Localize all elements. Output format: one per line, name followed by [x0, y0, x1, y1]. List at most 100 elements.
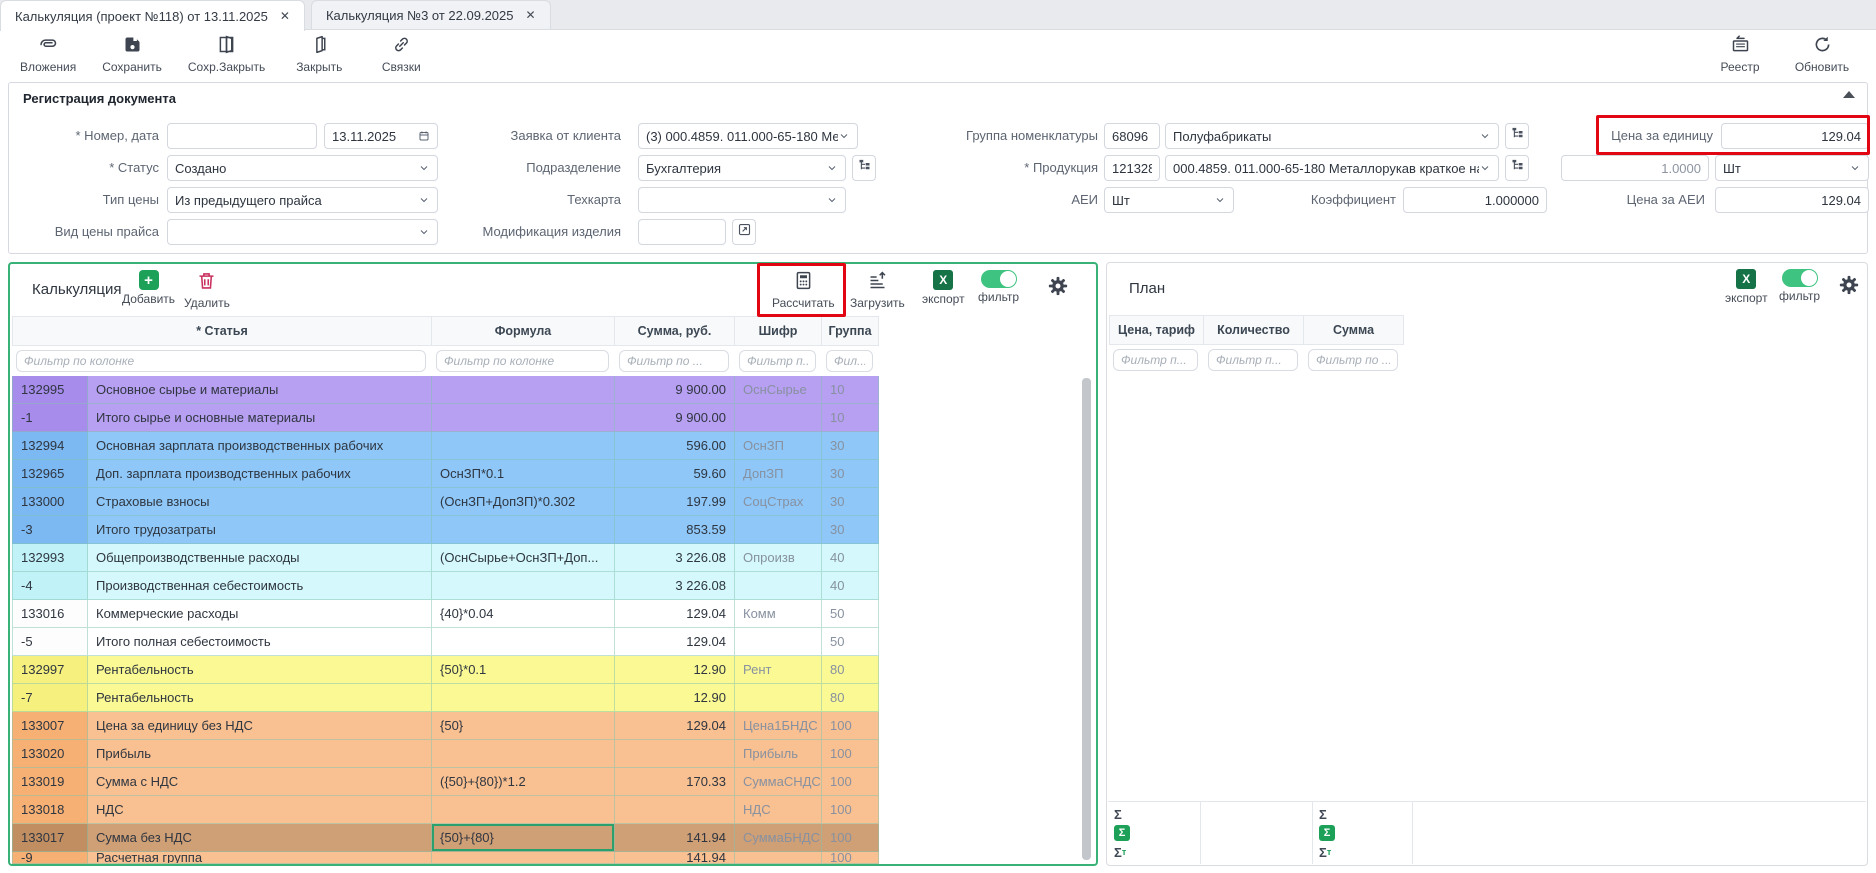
save-close-button[interactable]: Сохр.Закрыть — [188, 34, 265, 74]
column-header-formula[interactable]: Формула — [432, 316, 615, 346]
table-row[interactable]: 132965 Доп. зарплата производственных ра… — [12, 460, 881, 488]
unit-select[interactable]: Шт — [1715, 155, 1869, 181]
cell-group[interactable]: 100 — [822, 824, 879, 852]
cell-row-id[interactable]: 133007 — [12, 712, 88, 740]
cell-row-id[interactable]: -5 — [12, 628, 88, 656]
cell-article[interactable]: Цена за единицу без НДС — [88, 712, 432, 740]
add-row-button[interactable]: + Добавить — [122, 270, 175, 306]
sum-icon[interactable]: Σ — [1319, 805, 1406, 823]
settings-button[interactable] — [1048, 276, 1068, 301]
links-button[interactable]: Связки — [373, 34, 429, 74]
cell-row-id[interactable]: 132997 — [12, 656, 88, 684]
date-field[interactable]: 13.11.2025 — [324, 123, 438, 149]
cell-group[interactable]: 100 — [822, 740, 879, 768]
cell-code[interactable]: НДС — [735, 796, 822, 824]
table-row[interactable]: -5 Итого полная себестоимость 129.04 50 — [12, 628, 881, 656]
column-header-sum[interactable]: Сумма, руб. — [615, 316, 735, 346]
cell-formula[interactable] — [432, 740, 615, 768]
cell-sum[interactable]: 170.33 — [615, 768, 735, 796]
cell-formula[interactable]: (ОснЗП+ДопЗП)*0.302 — [432, 488, 615, 516]
cell-code[interactable] — [735, 516, 822, 544]
cell-article[interactable]: НДС — [88, 796, 432, 824]
filter-formula-input[interactable] — [436, 350, 609, 372]
cell-row-id[interactable]: -7 — [12, 684, 88, 712]
cell-code[interactable]: СоцСтрах — [735, 488, 822, 516]
cell-row-id[interactable]: 132995 — [12, 376, 88, 404]
department-select[interactable]: Бухгалтерия — [638, 155, 846, 181]
cell-group[interactable]: 50 — [822, 628, 879, 656]
table-row[interactable]: 133016 Коммерческие расходы {40}*0.04 12… — [12, 600, 881, 628]
cell-code[interactable] — [735, 852, 822, 864]
cell-formula[interactable]: (ОснСырье+ОснЗП+Доп... — [432, 544, 615, 572]
sum-selected-icon[interactable]: Σ — [1114, 824, 1194, 842]
cell-code[interactable] — [735, 628, 822, 656]
cell-code[interactable]: Рент — [735, 656, 822, 684]
filter-code-input[interactable] — [739, 350, 816, 372]
vertical-scrollbar[interactable] — [1082, 378, 1091, 860]
cell-group[interactable]: 100 — [822, 712, 879, 740]
aei-price-field[interactable]: 129.04 — [1715, 187, 1869, 213]
cell-formula[interactable] — [432, 684, 615, 712]
cell-row-id[interactable]: 133020 — [12, 740, 88, 768]
cell-row-id[interactable]: 132993 — [12, 544, 88, 572]
table-row[interactable]: 133007 Цена за единицу без НДС {50} 129.… — [12, 712, 881, 740]
department-tree-button[interactable] — [852, 155, 876, 181]
cell-sum[interactable]: 129.04 — [615, 600, 735, 628]
cell-row-id[interactable]: 133016 — [12, 600, 88, 628]
cell-article[interactable]: Итого трудозатраты — [88, 516, 432, 544]
cell-sum[interactable] — [615, 740, 735, 768]
table-row[interactable]: -4 Производственная себестоимость 3 226.… — [12, 572, 881, 600]
product-tree-button[interactable] — [1505, 155, 1529, 181]
cell-group[interactable]: 80 — [822, 684, 879, 712]
cell-sum[interactable]: 129.04 — [615, 712, 735, 740]
price-type-select[interactable]: Из предыдущего прайса — [167, 187, 438, 213]
cell-group[interactable]: 30 — [822, 460, 879, 488]
nomenclature-group-select[interactable]: Полуфабрикаты — [1165, 123, 1499, 149]
table-row[interactable]: 133020 Прибыль Прибыль 100 — [12, 740, 881, 768]
cell-row-id[interactable]: 132965 — [12, 460, 88, 488]
delete-row-button[interactable]: Удалить — [184, 270, 230, 310]
cell-code[interactable]: СуммаБНДС — [735, 824, 822, 852]
filter-price-input[interactable] — [1113, 349, 1198, 371]
refresh-button[interactable]: Обновить — [1794, 34, 1850, 74]
tab-calculation-3[interactable]: Калькуляция №3 от 22.09.2025 ✕ — [311, 0, 551, 29]
cell-sum[interactable]: 59.60 — [615, 460, 735, 488]
cell-group[interactable]: 100 — [822, 768, 879, 796]
cell-sum[interactable]: 12.90 — [615, 656, 735, 684]
collapse-section-icon[interactable] — [1843, 91, 1855, 98]
cell-article[interactable]: Итого сырье и основные материалы — [88, 404, 432, 432]
export-excel-button[interactable]: X экспорт — [1725, 269, 1768, 305]
filter-sum-input[interactable] — [619, 350, 729, 372]
client-request-select[interactable]: (3) 000.4859. 011.000-65-180 Металлорука — [638, 123, 858, 149]
cell-code[interactable]: Цена1БНДС — [735, 712, 822, 740]
price-kind-select[interactable] — [167, 219, 438, 245]
table-row[interactable]: -9 Расчетная группа 141.94 100 — [12, 852, 881, 864]
cell-formula[interactable]: {50}+{80} — [432, 824, 615, 852]
cell-formula[interactable] — [432, 404, 615, 432]
cell-group[interactable]: 30 — [822, 488, 879, 516]
aei-select[interactable]: Шт — [1104, 187, 1234, 213]
filter-group-input[interactable] — [826, 350, 873, 372]
table-row[interactable]: 132994 Основная зарплата производственны… — [12, 432, 881, 460]
cell-formula[interactable] — [432, 628, 615, 656]
table-row[interactable]: 133019 Сумма с НДС ({50}+{80})*1.2 170.3… — [12, 768, 881, 796]
cell-formula[interactable]: {50} — [432, 712, 615, 740]
cell-article[interactable]: Сумма без НДС — [88, 824, 432, 852]
cell-row-id[interactable]: 133000 — [12, 488, 88, 516]
modification-input[interactable] — [638, 219, 726, 245]
cell-formula[interactable]: ОснЗП*0.1 — [432, 460, 615, 488]
export-excel-button[interactable]: X экспорт — [922, 270, 965, 306]
cell-group[interactable]: 10 — [822, 376, 879, 404]
cell-sum[interactable]: 129.04 — [615, 628, 735, 656]
cell-formula[interactable] — [432, 432, 615, 460]
column-header-code[interactable]: Шифр — [735, 316, 822, 346]
column-header-quantity[interactable]: Количество — [1204, 315, 1304, 345]
cell-group[interactable]: 100 — [822, 852, 879, 864]
cell-row-id[interactable]: 133018 — [12, 796, 88, 824]
cell-formula[interactable]: {40}*0.04 — [432, 600, 615, 628]
cell-code[interactable]: СуммаСНДС — [735, 768, 822, 796]
registry-button[interactable]: Реестр — [1712, 34, 1768, 74]
number-input[interactable] — [167, 123, 317, 149]
filter-sum-input[interactable] — [1308, 349, 1398, 371]
cell-formula[interactable] — [432, 516, 615, 544]
